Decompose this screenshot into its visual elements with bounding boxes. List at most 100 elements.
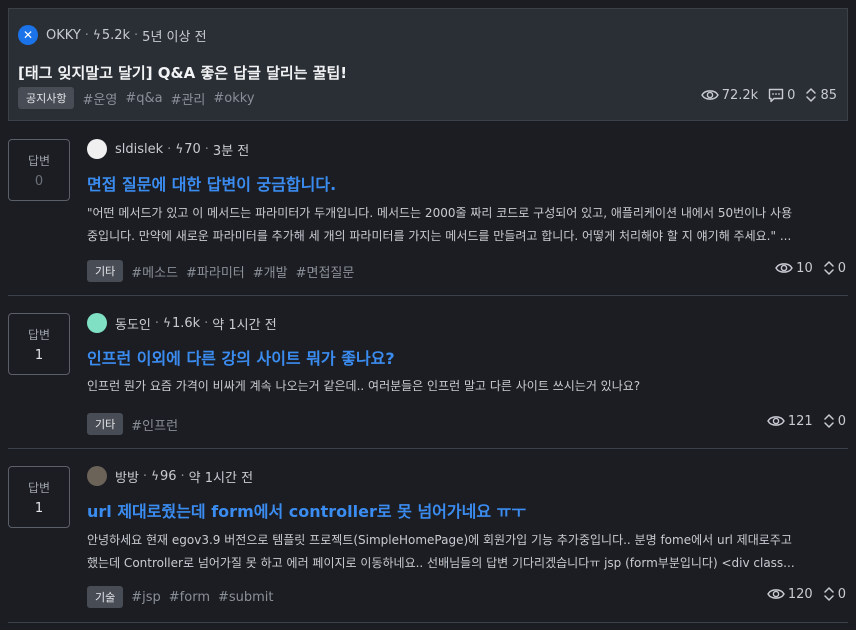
eye-icon	[767, 589, 785, 599]
notice-title[interactable]: [태그 잊지말고 달기] Q&A 좋은 답글 달리는 꿀팁!	[18, 62, 347, 83]
post-title[interactable]: url 제대로줬는데 form에서 controller로 못 넘어가네요 ㅠㅜ	[87, 498, 526, 522]
tag[interactable]: #q&a	[125, 91, 162, 106]
eye-icon	[767, 416, 785, 426]
post-author[interactable]: sldislek	[115, 142, 163, 157]
notice-tag-row: 공지사항 #운영 #q&a #관리 #okky	[18, 87, 263, 109]
vote-arrows-icon	[806, 88, 817, 102]
votes-stat: 85	[805, 87, 837, 103]
votes-count: 85	[820, 87, 837, 103]
excerpt-line: 안녕하세요 현재 egov3.9 버전으로 템플릿 프로젝트(SimpleHom…	[87, 533, 792, 547]
post-score: 1.6k	[171, 315, 201, 331]
post-item[interactable]: 답변 1 방방 · ϟ 96 · 약 1시간 전 url 제대로줬는데 form…	[8, 449, 848, 623]
answer-count-box: 답변 0	[8, 139, 70, 201]
category-badge[interactable]: 공지사항	[18, 87, 75, 109]
notice-author-row: ✕ OKKY · ϟ 5.2k · 5년 이상 전	[18, 25, 207, 45]
post-title[interactable]: 면접 질문에 대한 답변이 궁금합니다.	[87, 171, 336, 195]
comment-icon	[768, 88, 784, 102]
post-tag-row: 기타 #메소드 #파라미터 #개발 #면접질문	[87, 260, 362, 282]
avatar[interactable]	[87, 313, 107, 333]
tag[interactable]: #관리	[171, 89, 206, 108]
vote-arrows-icon	[823, 261, 834, 275]
post-author-row: 방방 · ϟ 96 · 약 1시간 전	[87, 466, 253, 486]
tag[interactable]: #면접질문	[296, 262, 355, 281]
post-score: 70	[184, 141, 201, 157]
post-item[interactable]: 답변 1 동도인 · ϟ 1.6k · 약 1시간 전 인프런 이외에 다른 강…	[8, 296, 848, 449]
votes-stat: 0	[823, 586, 846, 602]
separator-dot: ·	[134, 27, 139, 43]
tag[interactable]: #okky	[213, 91, 254, 106]
post-tag-row: 기술 #jsp #form #submit	[87, 586, 282, 608]
votes-count: 0	[837, 260, 846, 276]
answer-count: 1	[34, 500, 44, 516]
notice-time: 5년 이상 전	[142, 29, 207, 45]
answer-count-box: 답변 1	[8, 466, 70, 528]
post-stats: 10 0	[765, 260, 846, 276]
answer-label: 답변	[27, 153, 51, 168]
okky-logo-icon: ✕	[18, 25, 38, 45]
post-author[interactable]: 동도인	[115, 314, 151, 333]
votes-stat: 0	[823, 413, 846, 429]
post-author-row: sldislek · ϟ 70 · 3분 전	[87, 139, 249, 159]
separator-dot: ·	[204, 315, 209, 331]
tag[interactable]: #form	[169, 590, 210, 605]
views-count: 72.2k	[721, 87, 759, 103]
category-badge[interactable]: 기술	[87, 586, 124, 608]
avatar[interactable]	[87, 139, 107, 159]
excerpt-line: "어떤 메서드가 있고 이 메서드는 파라미터가 두개입니다. 메서드는 200…	[87, 206, 793, 220]
bolt-icon: ϟ	[175, 142, 184, 156]
separator-dot: ·	[142, 468, 148, 484]
comments-count: 0	[787, 87, 796, 103]
views-stat: 121	[767, 414, 813, 429]
post-excerpt[interactable]: 안녕하세요 현재 egov3.9 버전으로 템플릿 프로젝트(SimpleHom…	[87, 529, 847, 575]
avatar[interactable]	[87, 466, 107, 486]
views-stat: 10	[775, 261, 813, 276]
views-count: 121	[787, 413, 813, 429]
bolt-icon: ϟ	[163, 316, 171, 330]
votes-stat: 0	[823, 260, 846, 276]
vote-arrows-icon	[823, 587, 834, 601]
tag[interactable]: #개발	[253, 262, 288, 281]
separator-dot: ·	[167, 141, 172, 157]
separator-dot: ·	[84, 27, 89, 43]
post-time: 약 1시간 전	[188, 470, 254, 486]
views-count: 10	[796, 260, 813, 276]
bolt-icon: ϟ	[92, 28, 101, 42]
tag[interactable]: #메소드	[131, 262, 178, 281]
separator-dot: ·	[204, 141, 209, 157]
post-stats: 120 0	[757, 586, 846, 602]
answer-count: 0	[34, 173, 44, 189]
views-count: 120	[787, 586, 813, 602]
views-stat: 120	[767, 587, 813, 602]
post-excerpt[interactable]: "어떤 메서드가 있고 이 메서드는 파라미터가 두개입니다. 메서드는 200…	[87, 202, 847, 248]
post-title[interactable]: 인프런 이외에 다른 강의 사이트 뭐가 좋나요?	[87, 345, 395, 369]
vote-arrows-icon	[823, 414, 834, 428]
votes-count: 0	[837, 413, 846, 429]
category-badge[interactable]: 기타	[87, 260, 124, 282]
post-time: 3분 전	[212, 143, 250, 159]
tag[interactable]: #인프런	[131, 415, 178, 434]
eye-icon	[700, 90, 719, 100]
answer-label: 답변	[27, 480, 51, 495]
separator-dot: ·	[154, 315, 160, 331]
post-author-row: 동도인 · ϟ 1.6k · 약 1시간 전	[87, 313, 277, 333]
tag[interactable]: #파라미터	[186, 262, 245, 281]
bolt-icon: ϟ	[151, 469, 159, 483]
post-excerpt[interactable]: 인프런 뭔가 요즘 가격이 비싸게 계속 나오는거 같은데.. 여러분들은 인프…	[87, 375, 847, 398]
excerpt-line: 중입니다. 만약에 새로운 파라미터를 추가해 세 개의 파라미터를 가지는 메…	[87, 229, 792, 243]
post-author[interactable]: 방방	[115, 467, 139, 486]
answer-count-box: 답변 1	[8, 313, 70, 375]
tag[interactable]: #jsp	[131, 590, 161, 605]
category-badge[interactable]: 기타	[87, 413, 124, 435]
views-stat: 72.2k	[700, 87, 759, 103]
tag[interactable]: #submit	[218, 590, 274, 605]
votes-count: 0	[837, 586, 846, 602]
notice-card[interactable]: ✕ OKKY · ϟ 5.2k · 5년 이상 전 [태그 잊지말고 달기] Q…	[8, 8, 848, 121]
eye-icon	[775, 263, 793, 273]
post-score: 96	[159, 468, 177, 484]
tag[interactable]: #운영	[82, 89, 117, 108]
post-item[interactable]: 답변 0 sldislek · ϟ 70 · 3분 전 면접 질문에 대한 답변…	[8, 122, 848, 296]
notice-stats: 72.2k 0 85	[691, 87, 837, 103]
comments-stat: 0	[768, 88, 795, 103]
notice-author[interactable]: OKKY	[46, 28, 81, 43]
post-time: 약 1시간 전	[212, 317, 277, 333]
